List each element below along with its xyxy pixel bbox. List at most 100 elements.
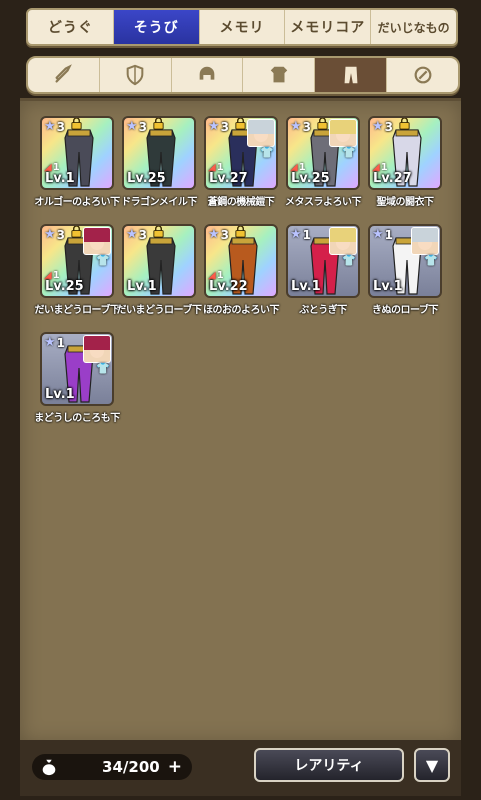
lock-icon — [399, 118, 410, 130]
item-level: Lv.25 — [127, 171, 166, 186]
equipped-shirt-icon: 👕 — [96, 254, 110, 267]
bag-icon — [42, 759, 56, 776]
lock-icon — [235, 118, 246, 130]
lock-icon — [317, 118, 328, 130]
equipment-item[interactable]: ★ 3 Lv.25 ドラゴンメイル下 — [120, 116, 198, 208]
lock-icon — [153, 118, 164, 130]
item-level: Lv.25 — [45, 279, 84, 294]
rarity-star: ★ 1 — [44, 335, 66, 350]
lock-icon — [235, 226, 246, 238]
equipment-item[interactable]: ★ 3 ◢ 1 Lv.1 オルゴーのよろい下 — [34, 116, 120, 208]
category-tab-armor-top[interactable] — [243, 58, 316, 92]
inventory-capacity: 34/200 + — [32, 754, 192, 780]
item-name: ドラゴンメイル下 — [121, 197, 197, 208]
lock-icon — [71, 118, 82, 130]
top-tab-bar: どうぐ そうび メモリ メモリコア だいじなもの — [26, 8, 458, 46]
item-name: だいまどうローブ下 — [34, 305, 120, 316]
shield-icon — [126, 64, 144, 86]
category-tab-accessory[interactable] — [387, 58, 458, 92]
item-card[interactable]: ★ 3 Lv.1 — [122, 224, 196, 298]
capacity-count: 34/200 — [102, 758, 160, 776]
item-level: Lv.22 — [209, 279, 248, 294]
item-card[interactable]: ★ 3 👕 ◢ 1 Lv.27 — [204, 116, 278, 190]
armor-top-icon — [270, 66, 288, 83]
equipment-item[interactable]: ★ 3 ◢ 1 Lv.22 ほのおのよろい下 — [202, 224, 280, 316]
accessory-icon — [414, 66, 431, 84]
character-portrait — [329, 119, 357, 147]
category-tab-sword[interactable] — [28, 58, 100, 92]
item-level: Lv.27 — [209, 171, 248, 186]
item-card[interactable]: ★ 3 ◢ 1 Lv.1 — [40, 116, 114, 190]
category-tab-helmet[interactable] — [172, 58, 244, 92]
rarity-star: ★ 3 — [208, 227, 230, 242]
item-name: ぶとうぎ下 — [299, 305, 347, 316]
equipped-shirt-icon: 👕 — [342, 254, 356, 267]
tab-1[interactable]: そうび — [113, 10, 200, 44]
helmet-icon — [199, 66, 215, 80]
bottom-bar: 34/200 + レアリティ ▼ — [20, 740, 461, 796]
item-card[interactable]: ★ 1 👕 Lv.1 — [40, 332, 114, 406]
rarity-star: ★ 1 — [372, 227, 394, 242]
sort-order-button[interactable]: ▼ — [414, 748, 450, 782]
equipment-grid: ★ 3 ◢ 1 Lv.1 オルゴーのよろい下 ★ 3 Lv.25 ドラゴンメイル下 ★ 3 👕 ◢ 1 Lv.… — [34, 116, 444, 424]
equipment-item[interactable]: ★ 3 👕 ◢ 1 Lv.25 メタスラよろい下 — [284, 116, 362, 208]
item-name: まどうしのころも下 — [34, 413, 120, 424]
sort-label: レアリティ — [294, 758, 364, 774]
sword-icon — [55, 64, 73, 83]
sort-button[interactable]: レアリティ — [254, 748, 404, 782]
character-portrait — [411, 227, 439, 255]
rarity-star: ★ 3 — [44, 227, 66, 242]
rarity-star: ★ 3 — [290, 119, 312, 134]
equipped-shirt-icon: 👕 — [342, 146, 356, 159]
rarity-star: ★ 3 — [372, 119, 394, 134]
category-tab-shield[interactable] — [100, 58, 172, 92]
rarity-star: ★ 3 — [126, 227, 148, 242]
item-level: Lv.27 — [373, 171, 412, 186]
item-level: Lv.1 — [45, 171, 75, 186]
item-card[interactable]: ★ 3 👕 ◢ 1 Lv.25 — [286, 116, 360, 190]
item-name: オルゴーのよろい下 — [34, 197, 120, 208]
item-level: Lv.1 — [45, 387, 75, 402]
character-portrait — [329, 227, 357, 255]
item-name: 聖域の闘衣下 — [376, 197, 435, 208]
inventory-panel: ★ 3 ◢ 1 Lv.1 オルゴーのよろい下 ★ 3 Lv.25 ドラゴンメイル下 ★ 3 👕 ◢ 1 Lv.… — [20, 98, 461, 743]
rarity-star: ★ 3 — [208, 119, 230, 134]
character-portrait — [83, 335, 111, 363]
tab-2[interactable]: メモリ — [200, 10, 286, 44]
item-level: Lv.1 — [291, 279, 321, 294]
lock-icon — [153, 226, 164, 238]
tab-3[interactable]: メモリコア — [285, 10, 372, 44]
item-card[interactable]: ★ 3 ◢ 1 Lv.27 — [368, 116, 442, 190]
equipped-shirt-icon: 👕 — [96, 362, 110, 375]
expand-capacity-button[interactable]: + — [168, 757, 182, 777]
tab-4[interactable]: だいじなもの — [371, 10, 456, 44]
item-card[interactable]: ★ 1 👕 Lv.1 — [368, 224, 442, 298]
rarity-star: ★ 3 — [126, 119, 148, 134]
item-card[interactable]: ★ 1 👕 Lv.1 — [286, 224, 360, 298]
equipment-item[interactable]: ★ 3 👕 ◢ 1 Lv.27 蒼鋼の機械鎧下 — [202, 116, 280, 208]
tab-0[interactable]: どうぐ — [28, 10, 114, 44]
category-tab-armor-bottom[interactable] — [315, 58, 388, 92]
character-portrait — [83, 227, 111, 255]
armor-bottom-icon — [344, 66, 358, 84]
equipment-item[interactable]: ★ 3 ◢ 1 Lv.27 聖域の闘衣下 — [366, 116, 444, 208]
item-name: だいまどうローブ下 — [116, 305, 202, 316]
item-name: 蒼鋼の機械鎧下 — [207, 197, 275, 208]
equipment-item[interactable]: ★ 1 👕 Lv.1 きぬのローブ下 — [366, 224, 444, 316]
character-portrait — [247, 119, 275, 147]
item-name: きぬのローブ下 — [372, 305, 438, 316]
item-name: ほのおのよろい下 — [203, 305, 280, 316]
lock-icon — [71, 226, 82, 238]
item-level: Lv.1 — [373, 279, 403, 294]
equipment-item[interactable]: ★ 1 👕 Lv.1 ぶとうぎ下 — [284, 224, 362, 316]
item-card[interactable]: ★ 3 👕 ◢ 1 Lv.25 — [40, 224, 114, 298]
item-card[interactable]: ★ 3 Lv.25 — [122, 116, 196, 190]
item-level: Lv.25 — [291, 171, 330, 186]
chevron-down-icon: ▼ — [425, 755, 439, 775]
rarity-star: ★ 3 — [44, 119, 66, 134]
equipment-item[interactable]: ★ 1 👕 Lv.1 まどうしのころも下 — [34, 332, 120, 424]
equipment-item[interactable]: ★ 3 Lv.1 だいまどうローブ下 — [117, 224, 202, 316]
equipment-item[interactable]: ★ 3 👕 ◢ 1 Lv.25 だいまどうローブ下 — [35, 224, 120, 316]
equipped-shirt-icon: 👕 — [424, 254, 438, 267]
item-card[interactable]: ★ 3 ◢ 1 Lv.22 — [204, 224, 278, 298]
